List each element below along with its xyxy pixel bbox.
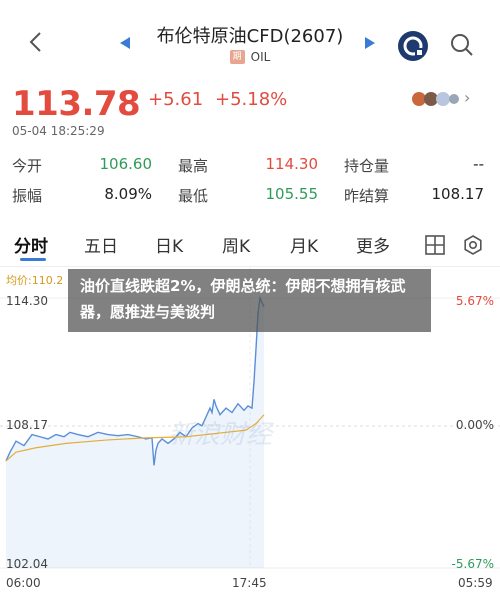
tab-daily-k[interactable]: 日K [155,232,183,257]
open-interest-label: 持仓量 [344,157,390,175]
open-value: 106.60 [99,155,153,173]
previous-instrument-icon[interactable] [119,36,131,50]
search-icon[interactable] [449,32,475,58]
settings-gear-icon[interactable] [462,234,484,256]
futures-badge: 期 [229,50,245,64]
active-tab-indicator [20,258,46,261]
average-price-label: 均价:110.2 [6,274,64,287]
amplitude-value: 8.09% [104,185,152,203]
news-banner-text: 油价直线跌超2%，伊朗总统：伊朗不想拥有核武器，愿推进与美谈判 [80,277,406,321]
price-change-percent: +5.18% [215,89,288,110]
last-price: 113.78 [12,84,141,124]
tab-intraday[interactable]: 分时 [14,232,48,257]
instrument-code: OIL [250,50,271,64]
x-axis-start-time: 06:00 [6,576,41,590]
y-axis-bottom-left: 102.04 [6,557,48,571]
prev-settle-value: 108.17 [431,185,485,203]
tabs-divider [0,266,500,267]
y-axis-mid-right: 0.00% [455,418,494,432]
open-interest-value: -- [473,155,484,173]
prev-settle-label: 昨结算 [344,187,390,205]
open-label: 今开 [12,157,43,175]
next-instrument-icon[interactable] [364,36,376,50]
y-axis-top-left: 114.30 [6,294,48,308]
tab-weekly-k[interactable]: 周K [222,232,250,257]
low-label: 最低 [178,187,209,205]
instrument-subtitle: 期 OIL [190,50,310,64]
high-value: 114.30 [265,155,319,173]
back-arrow-icon[interactable] [22,28,50,56]
header: 布伦特原油CFD(2607) 期 OIL [0,0,500,78]
quote-timestamp: 05-04 18:25:29 [12,124,105,138]
y-axis-mid-left: 108.17 [6,418,48,432]
instrument-title: 布伦特原油CFD(2607) [156,26,344,47]
x-axis-end-time: 05:59 [458,576,493,590]
expand-chevron-icon[interactable]: › [464,88,470,107]
y-axis-bottom-right: -5.67% [451,557,494,571]
x-axis-mid-time: 17:45 [232,576,267,590]
y-axis-top-right: 5.67% [455,294,494,308]
app-logo-icon[interactable] [397,30,429,62]
tab-monthly-k[interactable]: 月K [290,232,318,257]
low-value: 105.55 [265,185,319,203]
high-label: 最高 [178,157,209,175]
amplitude-label: 振幅 [12,187,43,205]
price-change: +5.61 [148,89,204,110]
community-avatars-icon[interactable] [411,90,459,108]
tab-more[interactable]: 更多 [356,232,390,257]
grid-layout-icon[interactable] [424,234,446,256]
tab-five-day[interactable]: 五日 [84,232,118,257]
